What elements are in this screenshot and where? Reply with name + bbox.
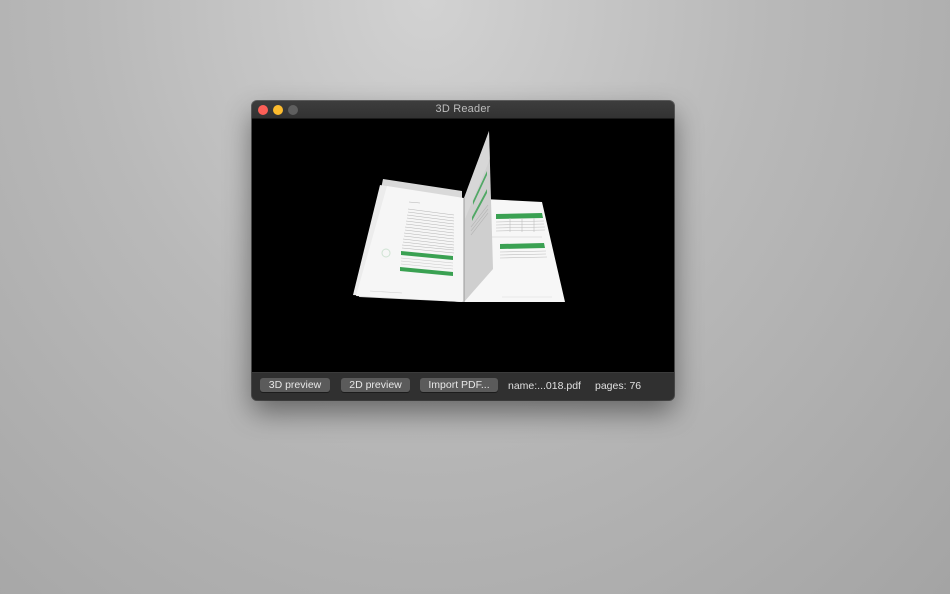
page-count-label: pages: 76 [595, 380, 642, 392]
bottom-toolbar: 3D preview 2D preview Import PDF... name… [252, 372, 674, 400]
app-window: 3D Reader 3D preview 2D preview Import P… [252, 101, 674, 400]
title-bar[interactable]: 3D Reader [252, 101, 674, 119]
window-title: 3D Reader [435, 103, 491, 115]
right-table-2-header [500, 243, 545, 249]
3d-preview-button[interactable]: 3D preview [260, 378, 330, 392]
right-table-1-header [496, 213, 543, 219]
3d-viewport[interactable] [252, 119, 674, 372]
2d-preview-button[interactable]: 2D preview [341, 378, 410, 392]
import-pdf-button[interactable]: Import PDF... [420, 378, 498, 392]
3d-book-render[interactable] [252, 119, 674, 372]
file-name-label: name:...018.pdf [508, 380, 581, 392]
